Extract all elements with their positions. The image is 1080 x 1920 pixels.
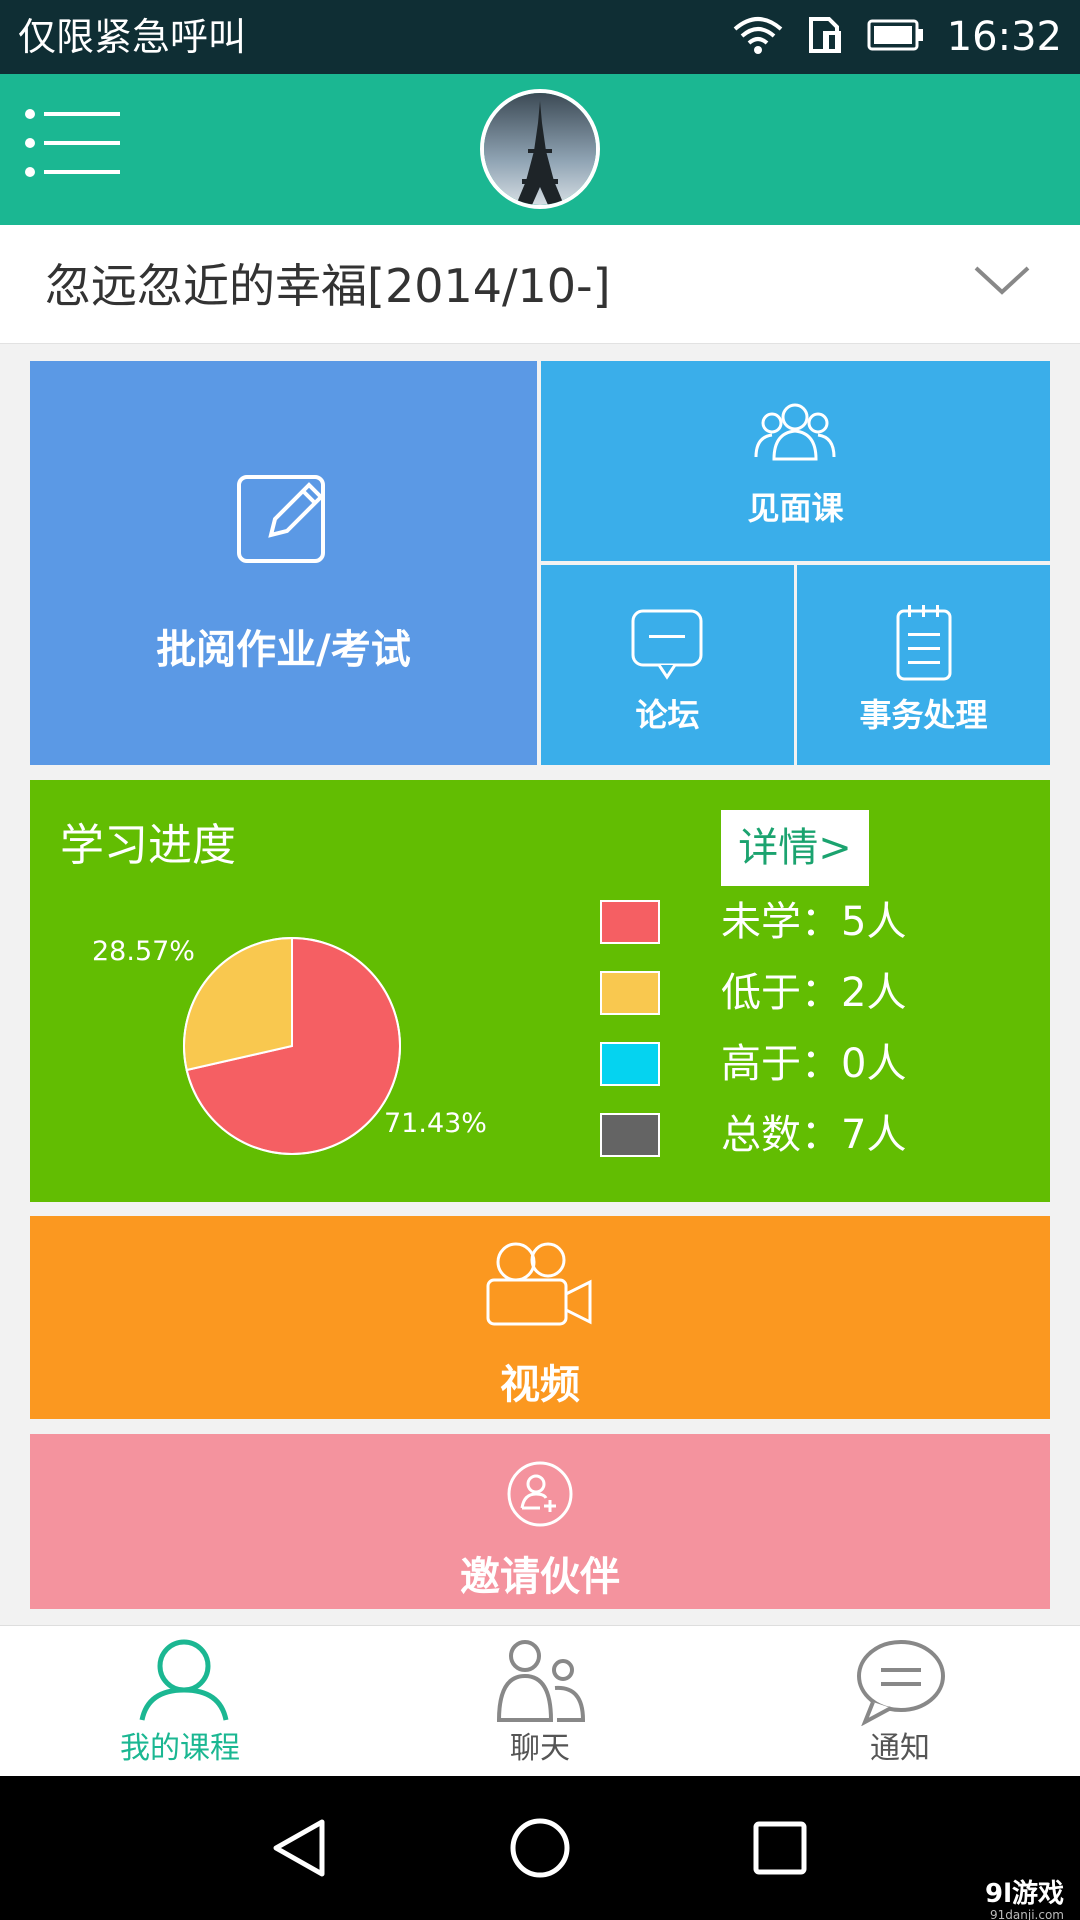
legend-label: 未学：5人 xyxy=(721,899,907,945)
chevron-down-icon[interactable] xyxy=(972,262,1032,302)
edit-icon xyxy=(235,469,331,569)
speech-bubble-icon xyxy=(855,1638,947,1730)
carrier-text: 仅限紧急呼叫 xyxy=(18,15,247,59)
invite-partner-tile[interactable]: 邀请伙伴 xyxy=(30,1434,1050,1609)
notepad-icon xyxy=(894,603,954,687)
pie-label-low: 28.57% xyxy=(92,936,195,967)
chat-bubble-icon xyxy=(629,607,705,687)
nav-chat[interactable]: 聊天 xyxy=(420,1636,660,1776)
wifi-icon xyxy=(731,15,785,59)
watermark-url: 91danji.com xyxy=(990,1908,1064,1920)
nav-label: 我的课程 xyxy=(120,1731,240,1766)
affairs-label: 事务处理 xyxy=(859,696,988,734)
legend-swatch xyxy=(600,1113,660,1157)
legend-label: 低于：2人 xyxy=(721,970,907,1016)
affairs-tile[interactable]: 事务处理 xyxy=(797,565,1050,765)
meet-class-label: 见面课 xyxy=(747,489,844,527)
battery-icon xyxy=(867,17,925,57)
progress-title: 学习进度 xyxy=(60,820,236,871)
forum-tile[interactable]: 论坛 xyxy=(541,565,794,765)
menu-icon[interactable] xyxy=(24,100,124,196)
learning-progress-panel: 学习进度 详情> 28.57% 71.43% 未学：5人 低于：2人 高于：0人… xyxy=(30,780,1050,1202)
group-icon xyxy=(752,403,838,467)
watermark-logo: 9l游戏 xyxy=(984,1879,1064,1909)
legend-swatch xyxy=(600,1042,660,1086)
video-tile[interactable]: 视频 xyxy=(30,1216,1050,1419)
people-icon xyxy=(495,1638,587,1726)
nav-my-courses[interactable]: 我的课程 xyxy=(60,1636,300,1776)
sim-icon xyxy=(807,15,845,59)
recents-icon[interactable] xyxy=(740,1808,820,1888)
add-user-icon xyxy=(506,1460,574,1532)
legend-label: 总数：7人 xyxy=(721,1112,907,1158)
legend-swatch xyxy=(600,900,660,944)
home-icon[interactable] xyxy=(500,1808,580,1888)
clock: 16:32 xyxy=(946,14,1062,60)
bottom-navigation: 我的课程 聊天 通知 xyxy=(0,1625,1080,1776)
course-title: 忽远忽近的幸福[2014/10-] xyxy=(45,259,611,313)
nav-label: 聊天 xyxy=(510,1731,570,1766)
meet-class-tile[interactable]: 见面课 xyxy=(541,361,1050,561)
legend-label: 高于：0人 xyxy=(721,1041,907,1087)
watermark: 9l游戏 91danji.com xyxy=(985,1880,1064,1920)
invite-partner-label: 邀请伙伴 xyxy=(460,1554,620,1600)
system-navigation-bar xyxy=(0,1776,1080,1920)
video-camera-icon xyxy=(484,1238,596,1332)
nav-notifications[interactable]: 通知 xyxy=(780,1636,1020,1776)
details-button[interactable]: 详情> xyxy=(721,810,869,886)
nav-label: 通知 xyxy=(870,1731,930,1766)
app-header xyxy=(0,74,1080,225)
pie-slice-1 xyxy=(183,936,293,1072)
avatar[interactable] xyxy=(480,89,600,209)
person-icon xyxy=(138,1638,230,1726)
back-icon[interactable] xyxy=(260,1808,340,1888)
forum-label: 论坛 xyxy=(635,696,700,734)
status-bar: 仅限紧急呼叫 16:32 xyxy=(0,0,1080,74)
progress-pie-chart xyxy=(183,936,401,1155)
course-selector[interactable]: 忽远忽近的幸福[2014/10-] xyxy=(0,225,1080,344)
legend-swatch xyxy=(600,971,660,1015)
status-icons: 16:32 xyxy=(731,12,1062,62)
grade-homework-label: 批阅作业/考试 xyxy=(156,627,411,673)
video-label: 视频 xyxy=(500,1362,580,1408)
pie-label-not-learned: 71.43% xyxy=(384,1108,487,1139)
grade-homework-tile[interactable]: 批阅作业/考试 xyxy=(30,361,537,765)
